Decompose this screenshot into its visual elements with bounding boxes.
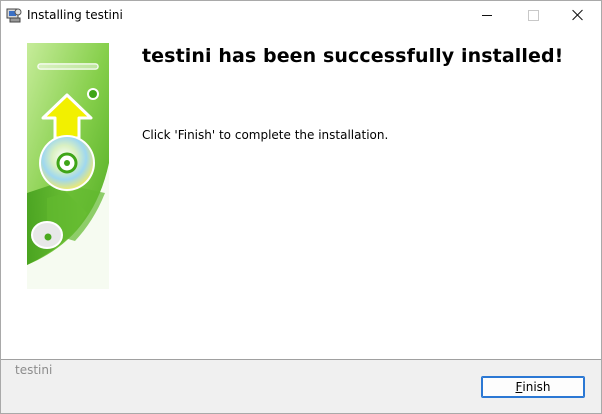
installer-window: Installing testini testini has been succ… xyxy=(0,0,602,414)
title-bar[interactable]: Installing testini xyxy=(1,1,601,29)
install-cd-banner xyxy=(27,43,109,289)
minimize-button[interactable] xyxy=(464,1,510,29)
instruction-text: Click 'Finish' to complete the installat… xyxy=(142,128,389,142)
finish-button[interactable]: Finish xyxy=(481,376,585,398)
footer-divider xyxy=(1,359,601,360)
maximize-button[interactable] xyxy=(510,1,556,29)
maximize-icon xyxy=(527,9,539,21)
branding-text: testini xyxy=(15,363,53,377)
close-button[interactable] xyxy=(555,1,601,29)
finish-label: inish xyxy=(522,380,551,394)
finish-accelerator: F xyxy=(515,380,523,394)
success-heading: testini has been successfully installed! xyxy=(142,45,564,67)
window-title: Installing testini xyxy=(27,8,123,22)
close-icon xyxy=(572,9,584,21)
installer-icon xyxy=(6,7,22,23)
minimize-icon xyxy=(482,14,492,16)
